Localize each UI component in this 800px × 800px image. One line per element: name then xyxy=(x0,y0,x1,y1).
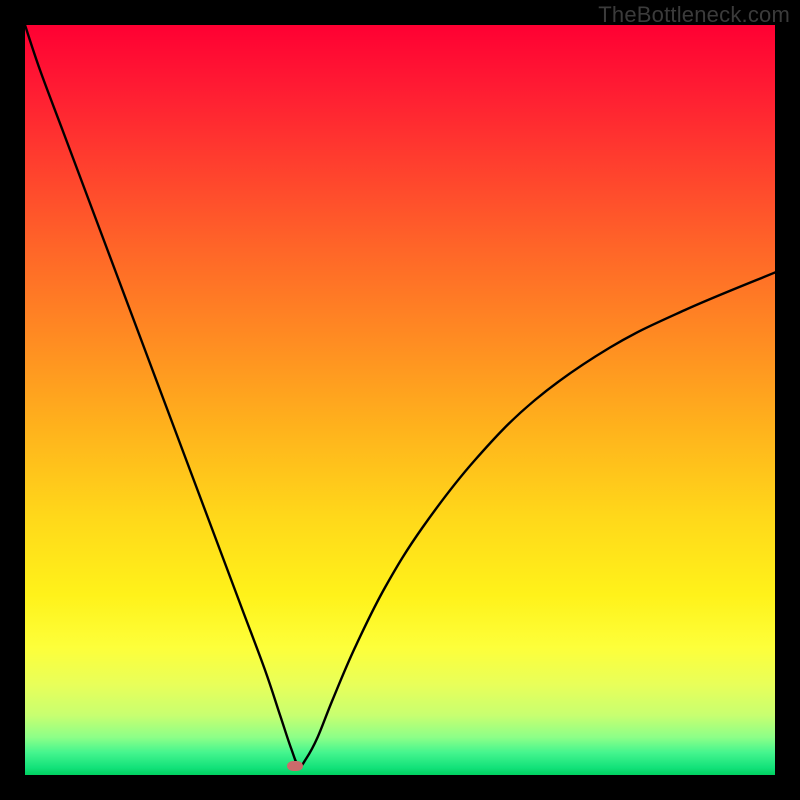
plot-area xyxy=(25,25,775,775)
chart-frame: TheBottleneck.com xyxy=(0,0,800,800)
watermark-text: TheBottleneck.com xyxy=(598,2,790,28)
bottleneck-curve xyxy=(25,25,775,775)
minimum-marker xyxy=(287,761,303,771)
